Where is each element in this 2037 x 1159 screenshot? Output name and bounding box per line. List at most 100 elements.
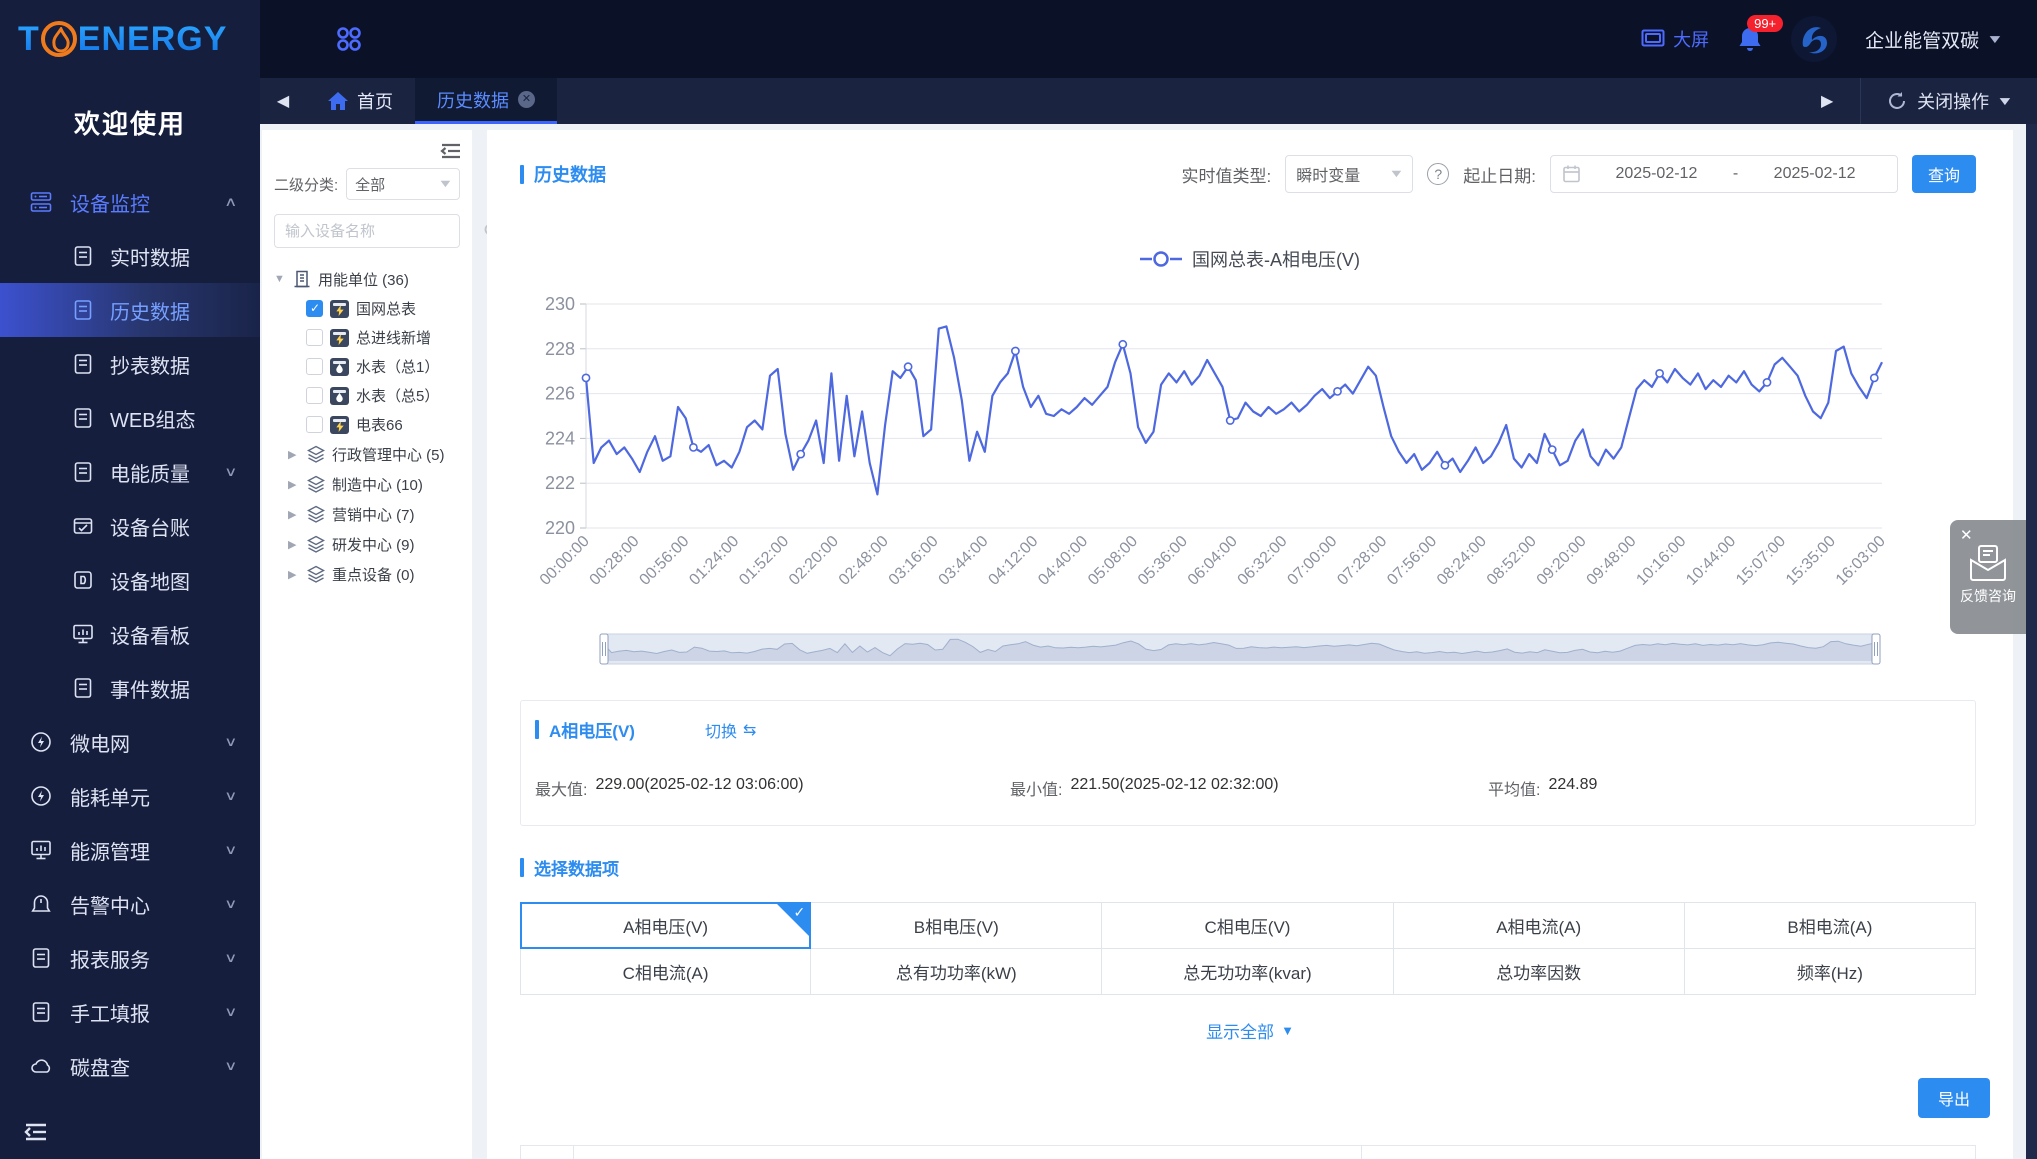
- electric-meter-icon: [330, 416, 349, 434]
- sidebar-item-4[interactable]: WEB组态: [0, 391, 260, 445]
- sidebar-item-label: 事件数据: [110, 674, 190, 703]
- tree-group-4[interactable]: ▶重点设备 (0): [274, 559, 460, 589]
- tree-device-4[interactable]: 电表66: [274, 410, 460, 439]
- data-item-button-9[interactable]: 频率(Hz): [1684, 948, 1976, 995]
- org-switcher[interactable]: 企业能管双碳 ▼: [1865, 26, 2001, 53]
- tree-group-1[interactable]: ▶制造中心 (10): [274, 469, 460, 499]
- tree-root-label: 用能单位 (36): [318, 269, 409, 290]
- tree-group-0[interactable]: ▶行政管理中心 (5): [274, 439, 460, 469]
- datazoom-slider[interactable]: [599, 633, 1881, 665]
- svg-text:07:00:00: 07:00:00: [1284, 533, 1340, 589]
- stats-title: A相电压(V): [549, 717, 635, 742]
- doc-icon: [72, 245, 94, 267]
- device-label: 电表66: [356, 414, 403, 435]
- chart-legend[interactable]: 国网总表-A相电压(V): [487, 246, 2013, 272]
- svg-text:230: 230: [545, 294, 575, 314]
- sidebar-item-8[interactable]: 设备看板: [0, 607, 260, 661]
- svg-text:224: 224: [545, 428, 575, 448]
- group-label: 制造中心 (10): [332, 474, 423, 495]
- sidebar-item-12[interactable]: 能源管理∨: [0, 823, 260, 877]
- realtime-type-label: 实时值类型:: [1182, 162, 1272, 187]
- tab-home-label: 首页: [357, 88, 393, 114]
- show-all-button[interactable]: 显示全部 ▼: [487, 1018, 2013, 1043]
- realtime-type-select[interactable]: 瞬时变量 ▼: [1285, 155, 1413, 193]
- help-icon[interactable]: ?: [1427, 163, 1449, 185]
- data-item-button-3[interactable]: A相电流(A): [1393, 902, 1685, 949]
- sidebar-item-3[interactable]: 抄表数据: [0, 337, 260, 391]
- tree-caret-expanded-icon: ▼: [274, 273, 286, 285]
- tree-collapse-icon[interactable]: [440, 142, 462, 160]
- close-tab-icon[interactable]: ✕: [518, 91, 535, 108]
- sidebar-item-9[interactable]: 事件数据: [0, 661, 260, 715]
- data-item-button-7[interactable]: 总无功功率(kvar): [1101, 948, 1393, 995]
- notifications-button[interactable]: 99+: [1737, 25, 1763, 53]
- sidebar-item-14[interactable]: 报表服务∨: [0, 931, 260, 985]
- data-item-button-2[interactable]: C相电压(V): [1101, 902, 1393, 949]
- sidebar-item-13[interactable]: 告警中心∨: [0, 877, 260, 931]
- big-screen-button[interactable]: 大屏: [1641, 26, 1709, 52]
- board-icon: [30, 839, 52, 861]
- device-search-input[interactable]: [285, 223, 484, 240]
- tree-group-3[interactable]: ▶研发中心 (9): [274, 529, 460, 559]
- tab-home[interactable]: 首页: [306, 78, 415, 124]
- tree-device-0[interactable]: 国网总表: [274, 294, 460, 323]
- svg-text:02:48:00: 02:48:00: [836, 533, 892, 589]
- sidebar-item-label: WEB组态: [110, 404, 196, 433]
- sidebar-item-0[interactable]: 设备监控∧: [0, 175, 260, 229]
- export-button[interactable]: 导出: [1918, 1078, 1990, 1118]
- data-item-button-0[interactable]: A相电压(V)✓: [520, 902, 811, 949]
- tree-group-2[interactable]: ▶营销中心 (7): [274, 499, 460, 529]
- tree-device-1[interactable]: 总进线新增: [274, 323, 460, 352]
- avatar[interactable]: [1791, 16, 1837, 62]
- device-checkbox[interactable]: [306, 358, 323, 375]
- sidebar-item-2[interactable]: 历史数据: [0, 283, 260, 337]
- svg-text:02:20:00: 02:20:00: [786, 533, 842, 589]
- sidebar-item-5[interactable]: 电能质量∨: [0, 445, 260, 499]
- device-checkbox[interactable]: [306, 329, 323, 346]
- collapse-sidebar-icon[interactable]: [24, 1122, 48, 1142]
- data-item-button-8[interactable]: 总功率因数: [1393, 948, 1685, 995]
- sidebar-item-16[interactable]: 碳盘查∨: [0, 1039, 260, 1093]
- sidebar-item-11[interactable]: 能耗单元∨: [0, 769, 260, 823]
- main-panel: 历史数据 实时值类型: 瞬时变量 ▼ ? 起止日期: 2025-02-12 - …: [487, 130, 2013, 1159]
- sidebar-item-15[interactable]: 手工填报∨: [0, 985, 260, 1039]
- sidebar-item-10[interactable]: 微电网∨: [0, 715, 260, 769]
- device-label: 水表（总5）: [356, 385, 439, 406]
- tree-root-energy-units[interactable]: ▼ 用能单位 (36): [274, 264, 460, 294]
- sidebar-item-1[interactable]: 实时数据: [0, 229, 260, 283]
- group-label: 研发中心 (9): [332, 534, 415, 555]
- close-operations-menu[interactable]: 关闭操作 ▼: [1861, 88, 2037, 114]
- layers-icon: [307, 535, 325, 553]
- bolt-icon: [30, 785, 52, 807]
- scrollbar-strip[interactable]: [2026, 124, 2037, 1159]
- svg-text:228: 228: [545, 339, 575, 359]
- apps-grid-icon[interactable]: [334, 24, 364, 54]
- switch-link[interactable]: 切换 ⇆: [705, 718, 756, 742]
- logo-text-left: T: [18, 20, 40, 59]
- feedback-widget[interactable]: ✕ 反馈咨询: [1950, 520, 2026, 634]
- data-item-button-5[interactable]: C相电流(A): [520, 948, 811, 995]
- sidebar-item-6[interactable]: 设备台账: [0, 499, 260, 553]
- tabs-back-chevron-icon[interactable]: ◀: [260, 78, 306, 124]
- device-checkbox[interactable]: [306, 300, 323, 317]
- data-item-button-6[interactable]: 总有功功率(kW): [810, 948, 1102, 995]
- notification-badge: 99+: [1747, 15, 1783, 32]
- data-item-label: C相电压(V): [1205, 913, 1291, 938]
- secondary-class-select[interactable]: 全部 ▼: [346, 168, 460, 200]
- svg-text:222: 222: [545, 473, 575, 493]
- tree-device-3[interactable]: 水表（总5）: [274, 381, 460, 410]
- tabs-forward-chevron-icon[interactable]: ▶: [1804, 91, 1850, 111]
- device-checkbox[interactable]: [306, 416, 323, 433]
- sidebar-item-7[interactable]: 设备地图: [0, 553, 260, 607]
- device-checkbox[interactable]: [306, 387, 323, 404]
- refresh-icon: [1887, 91, 1907, 111]
- chevron-down-icon: ∨: [225, 950, 238, 966]
- tree-device-2[interactable]: 水表（总1）: [274, 352, 460, 381]
- date-range-picker[interactable]: 2025-02-12 - 2025-02-12: [1550, 155, 1898, 193]
- query-button[interactable]: 查询: [1912, 155, 1976, 193]
- feedback-close-icon[interactable]: ✕: [1960, 526, 1973, 544]
- data-item-button-1[interactable]: B相电压(V): [810, 902, 1102, 949]
- data-item-button-4[interactable]: B相电流(A): [1684, 902, 1976, 949]
- device-tree: ▼ 用能单位 (36)国网总表总进线新增水表（总1）水表（总5）电表66▶行政管…: [274, 264, 460, 589]
- tab-history-data[interactable]: 历史数据 ✕: [415, 78, 557, 124]
